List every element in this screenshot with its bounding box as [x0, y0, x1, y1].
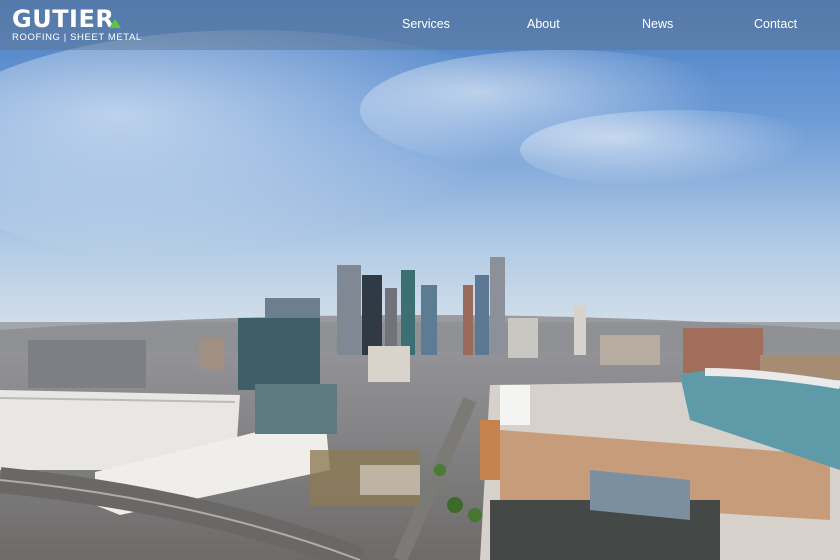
top-navigation-bar: GUTIER ROOFING | SHEET METAL Services Ab… [0, 0, 840, 50]
hero-skyline-illustration [0, 0, 840, 560]
nav-link-services[interactable]: Services [402, 17, 450, 31]
nav-link-about[interactable]: About [527, 17, 560, 31]
hero-background-image [0, 0, 840, 560]
nav-link-contact[interactable]: Contact [754, 17, 797, 31]
nav-link-news[interactable]: News [642, 17, 673, 31]
main-nav: Services About News Contact [0, 0, 840, 50]
